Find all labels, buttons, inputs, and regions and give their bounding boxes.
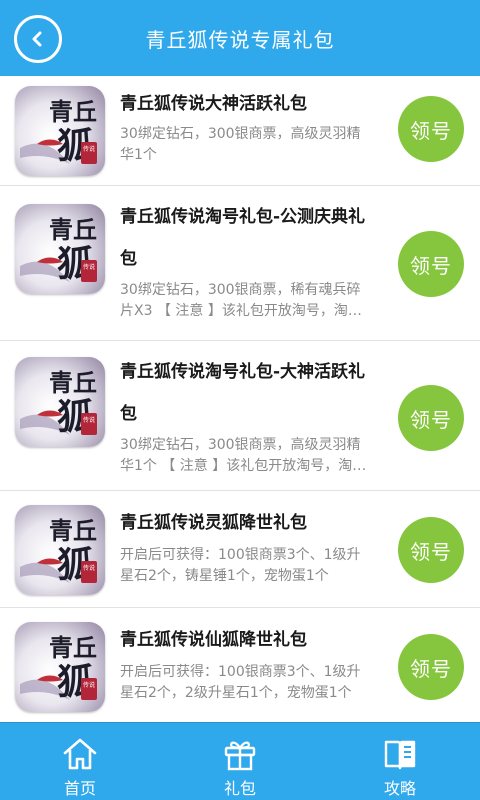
gift-desc: 开启后可获得：100银商票3个、1级升星石2个，铸星锤1个，宠物蛋1个 xyxy=(120,547,361,584)
gift-title: 青丘狐传说灵狐降世礼包 xyxy=(120,513,307,533)
claim-button[interactable]: 领号 xyxy=(398,634,464,700)
thumb-text-1: 青丘 xyxy=(49,215,97,244)
gift-desc: 30绑定钻石，300银商票，高级灵羽精华1个 xyxy=(120,126,361,163)
gift-icon xyxy=(224,741,256,771)
gift-item[interactable]: 青丘 狐 传说 青丘狐传说淘号礼包-大神活跃礼包 30绑定钻石，300银商票，高… xyxy=(0,341,480,491)
gift-item[interactable]: 青丘 狐 传说 青丘狐传说仙狐降世礼包 开启后可获得：100银商票3个、1级升星… xyxy=(0,608,480,722)
claim-button[interactable]: 领号 xyxy=(398,385,464,451)
thumb-seal-text: 传说 xyxy=(83,145,95,153)
thumb-seal-text: 传说 xyxy=(83,564,95,572)
bottom-nav: 首页 礼包 攻略 xyxy=(0,722,480,800)
gift-desc: 30绑定钻石，300银商票，稀有魂兵碎片X3 【 注意 】该礼包开放淘号，淘号后… xyxy=(120,282,362,319)
app-header: 青丘狐传说专属礼包 xyxy=(0,0,480,76)
gift-title: 青丘狐传说淘号礼包-大神活跃礼包 xyxy=(120,362,366,424)
game-thumbnail: 青丘 狐 传说 xyxy=(15,622,105,712)
gift-item[interactable]: 青丘 狐 传说 青丘狐传说灵狐降世礼包 开启后可获得：100银商票3个、1级升星… xyxy=(0,491,480,608)
nav-label-gift: 礼包 xyxy=(223,779,256,798)
thumb-text-1: 青丘 xyxy=(49,97,97,126)
nav-label-home: 首页 xyxy=(63,779,96,798)
thumb-seal-text: 传说 xyxy=(83,681,95,689)
home-icon xyxy=(63,738,97,770)
thumb-text-1: 青丘 xyxy=(49,368,97,397)
nav-item-guide[interactable]: 攻略 xyxy=(320,723,480,800)
thumb-text-1: 青丘 xyxy=(49,633,97,662)
gift-item[interactable]: 青丘 狐 传说 青丘狐传说大神活跃礼包 30绑定钻石，300银商票，高级灵羽精华… xyxy=(0,76,480,186)
gift-title: 青丘狐传说淘号礼包-公测庆典礼包 xyxy=(120,207,366,269)
gift-list[interactable]: 青丘 狐 传说 青丘狐传说大神活跃礼包 30绑定钻石，300银商票，高级灵羽精华… xyxy=(0,76,480,722)
nav-label-guide: 攻略 xyxy=(383,779,416,798)
thumb-text-1: 青丘 xyxy=(49,516,97,545)
gift-desc: 30绑定钻石，300银商票，高级灵羽精华1个 【 注意 】该礼包开放淘号，淘号后… xyxy=(120,437,367,474)
game-thumbnail: 青丘 狐 传说 xyxy=(15,204,105,294)
claim-button[interactable]: 领号 xyxy=(398,517,464,583)
game-thumbnail: 青丘 狐 传说 xyxy=(15,357,105,447)
gift-title: 青丘狐传说仙狐降世礼包 xyxy=(120,630,307,650)
game-thumbnail: 青丘 狐 传说 xyxy=(15,505,105,595)
thumb-seal-text: 传说 xyxy=(83,416,95,424)
nav-item-home[interactable]: 首页 xyxy=(0,723,160,800)
gift-title: 青丘狐传说大神活跃礼包 xyxy=(120,94,307,114)
gift-desc: 开启后可获得：100银商票3个、1级升星石2个，2级升星石1个，宠物蛋1个 xyxy=(120,664,361,701)
nav-item-gift[interactable]: 礼包 xyxy=(160,723,320,800)
book-icon xyxy=(384,740,416,770)
claim-button[interactable]: 领号 xyxy=(398,96,464,162)
gift-item[interactable]: 青丘 狐 传说 青丘狐传说淘号礼包-公测庆典礼包 30绑定钻石，300银商票，稀… xyxy=(0,186,480,341)
thumb-seal-text: 传说 xyxy=(83,263,95,271)
claim-button[interactable]: 领号 xyxy=(398,231,464,297)
game-thumbnail: 青丘 狐 传说 xyxy=(15,86,105,176)
page-title: 青丘狐传说专属礼包 xyxy=(145,27,335,52)
